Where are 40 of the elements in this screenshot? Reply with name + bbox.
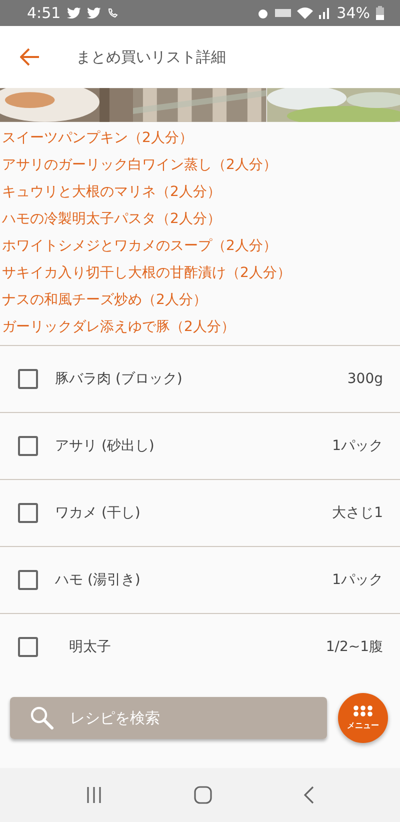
checkbox[interactable]	[18, 503, 38, 523]
recipe-link[interactable]: ガーリックダレ添えゆで豚（2人分）	[2, 314, 400, 341]
ingredient-name: アサリ (砂出し)	[55, 437, 156, 455]
recipe-link[interactable]: キュウリと大根のマリネ（2人分）	[2, 179, 400, 206]
battery-percent: 34%	[336, 4, 370, 22]
home-icon[interactable]	[194, 786, 212, 804]
recipe-link[interactable]: ナスの和風チーズ炒め（2人分）	[2, 287, 400, 314]
recipe-link[interactable]: ハモの冷製明太子パスタ（2人分）	[2, 206, 400, 233]
ingredient-name: ハモ (湯引き)	[55, 571, 142, 589]
dots-grid-icon	[353, 705, 373, 717]
battery-icon	[376, 6, 384, 20]
ingredient-name: 豚バラ肉 (ブロック)	[55, 370, 184, 388]
checkbox[interactable]	[18, 637, 38, 657]
recipe-link[interactable]: サキイカ入り切干し大根の甘酢漬け（2人分）	[2, 260, 400, 287]
checkbox[interactable]	[18, 570, 38, 590]
status-time: 4:51	[27, 4, 61, 22]
back-icon[interactable]	[304, 786, 314, 804]
page-title: まとめ買いリスト詳細	[76, 48, 226, 66]
ingredient-amount: 1パック	[332, 437, 383, 455]
bird-icon	[66, 7, 81, 19]
wifi-icon	[296, 7, 313, 19]
recipe-link[interactable]: スイーツパンプキン（2人分）	[2, 125, 400, 152]
ingredient-name: ワカメ (干し)	[55, 504, 142, 522]
checkbox[interactable]	[18, 436, 38, 456]
recipe-link[interactable]: ホワイトシメジとワカメのスープ（2人分）	[2, 233, 400, 260]
search-icon	[30, 706, 54, 730]
back-arrow-icon[interactable]	[20, 48, 40, 66]
signal-icon	[318, 7, 331, 19]
search-field[interactable]: レシピを検索	[10, 697, 327, 739]
ingredient-amount: 1パック	[332, 571, 383, 589]
recipe-link[interactable]: アサリのガーリック白ワイン蒸し（2人分）	[2, 152, 400, 179]
checkbox[interactable]	[18, 369, 38, 389]
ingredient-amount: 300g	[347, 371, 383, 387]
call-icon	[106, 7, 119, 19]
ingredient-name: 明太子	[68, 638, 112, 656]
menu-button[interactable]: メニュー	[338, 693, 388, 743]
recent-apps-icon[interactable]	[86, 787, 102, 803]
ingredient-amount: 1/2~1腹	[326, 638, 383, 656]
ingredient-amount: 大さじ1	[332, 504, 383, 522]
bird-icon	[86, 7, 101, 19]
